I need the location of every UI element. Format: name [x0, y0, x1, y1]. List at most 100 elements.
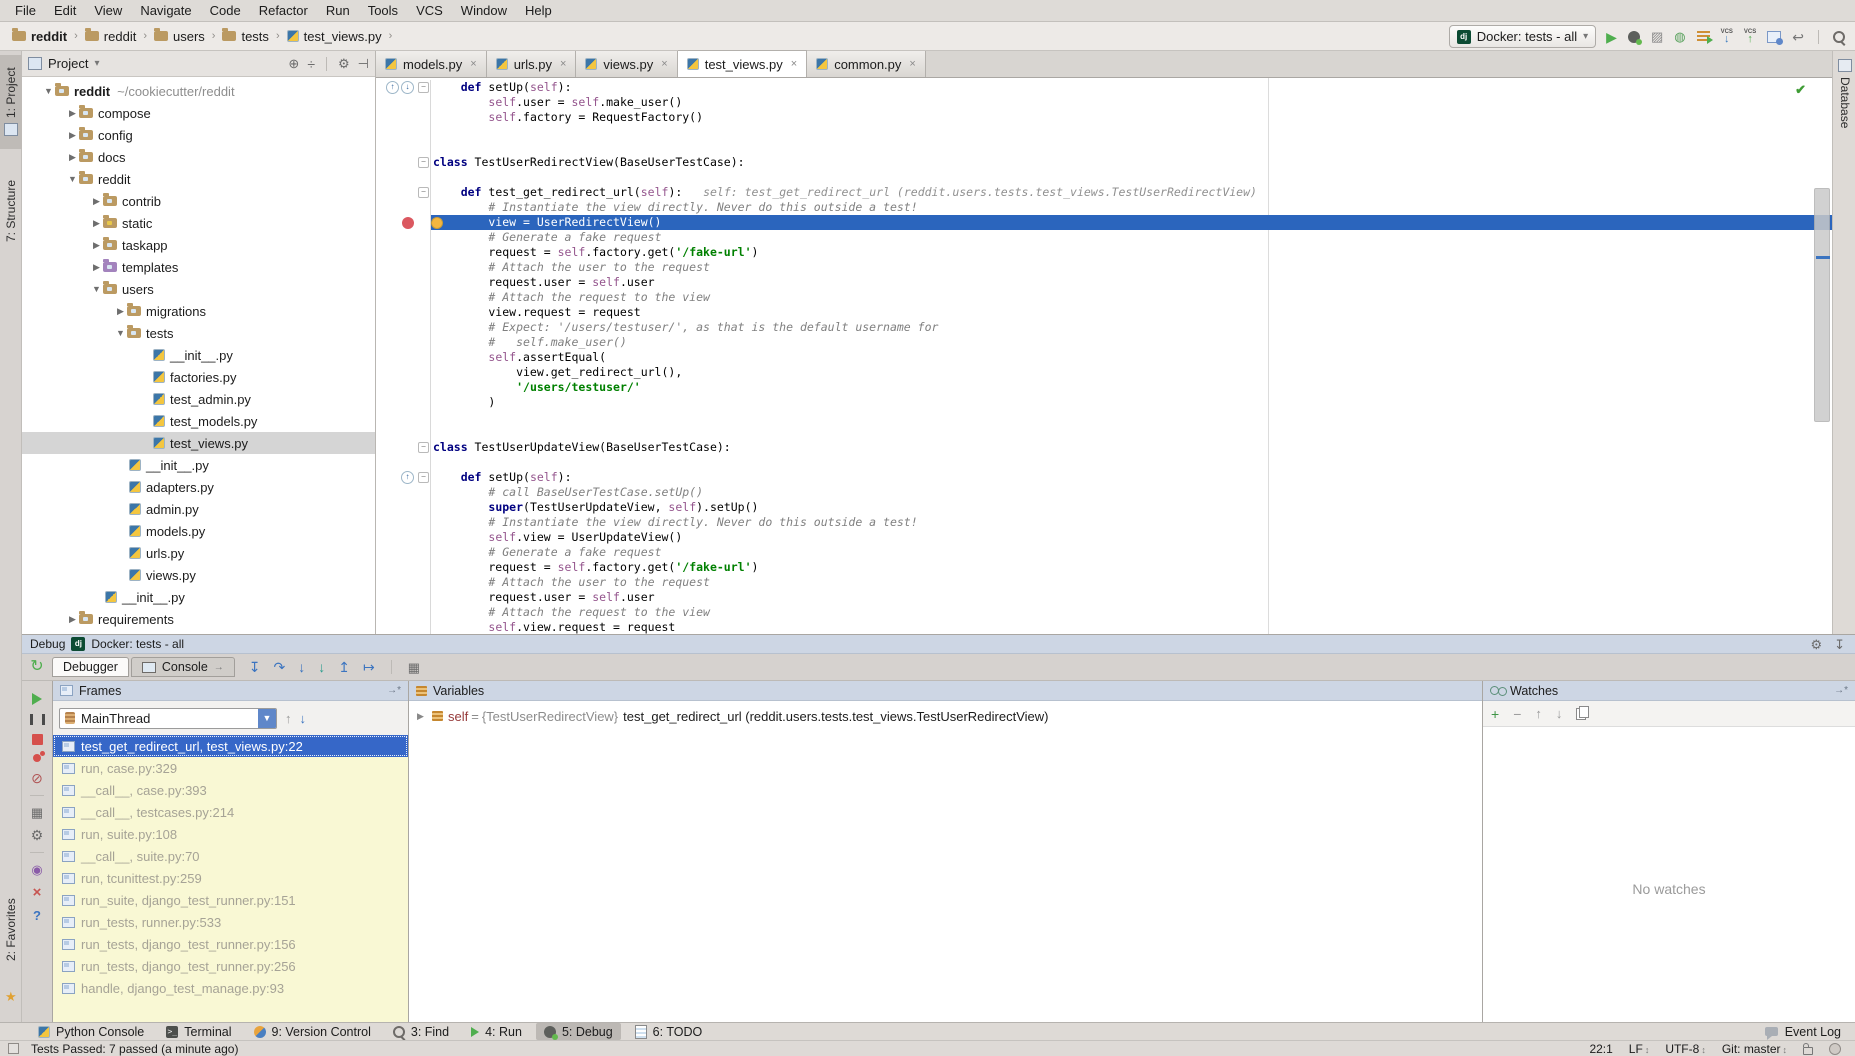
fold-column[interactable]: −	[417, 440, 431, 455]
project-panel-title[interactable]: Project	[48, 56, 88, 71]
collapse-arrow-icon[interactable]: ▼	[42, 86, 55, 96]
stack-frame[interactable]: run, tcunittest.py:259	[53, 867, 408, 889]
hide-panel-button[interactable]: ↧	[1834, 638, 1845, 651]
fold-column[interactable]	[417, 380, 431, 395]
menu-item-navigate[interactable]: Navigate	[131, 0, 200, 21]
code-gutter[interactable]	[376, 95, 417, 110]
search-everywhere-button[interactable]	[1833, 31, 1845, 43]
resume-button[interactable]	[32, 693, 42, 705]
stack-frame[interactable]: run_suite, django_test_runner.py:151	[53, 889, 408, 911]
tab-common.py[interactable]: common.py×	[807, 51, 926, 77]
view-breakpoints-button[interactable]	[33, 754, 41, 762]
sidebar-item-project[interactable]: 1: Project	[0, 55, 22, 149]
menu-item-window[interactable]: Window	[452, 0, 516, 21]
fold-column[interactable]	[417, 95, 431, 110]
profiler-button[interactable]: ◍	[1674, 30, 1685, 43]
fold-icon[interactable]: −	[418, 442, 429, 453]
fold-column[interactable]	[417, 575, 431, 590]
tree-row-taskapp[interactable]: ▶taskapp	[22, 234, 375, 256]
override-up-icon[interactable]: ↑	[401, 471, 414, 484]
tree-row-urls.py[interactable]: urls.py	[22, 542, 375, 564]
code-gutter[interactable]	[376, 185, 417, 200]
hide-panel-button[interactable]: ⊣	[358, 57, 369, 70]
expander-icon[interactable]: ▶	[417, 711, 427, 722]
code-gutter[interactable]	[376, 365, 417, 380]
fold-column[interactable]	[417, 245, 431, 260]
fold-column[interactable]	[417, 425, 431, 440]
step-into-button[interactable]: ↓	[298, 660, 305, 674]
fold-column[interactable]	[417, 560, 431, 575]
line-ending-select[interactable]: LF↕	[1629, 1042, 1650, 1056]
inspection-profile-icon[interactable]	[1829, 1043, 1841, 1055]
debug-button[interactable]	[1628, 31, 1640, 43]
code-gutter[interactable]: ↑	[376, 470, 417, 485]
tree-row-test_views.py[interactable]: test_views.py	[22, 432, 375, 454]
tree-row-models.py[interactable]: models.py	[22, 520, 375, 542]
rollback-button[interactable]: ↩	[1792, 30, 1804, 44]
fold-column[interactable]: −	[417, 80, 431, 95]
code-gutter[interactable]	[376, 335, 417, 350]
menu-item-edit[interactable]: Edit	[45, 0, 85, 21]
expand-arrow-icon[interactable]: ▶	[90, 240, 103, 251]
code-gutter[interactable]	[376, 350, 417, 365]
breadcrumb-item-test_views.py[interactable]: test_views.py	[285, 29, 384, 44]
stack-frame[interactable]: __call__, testcases.py:214	[53, 801, 408, 823]
fold-column[interactable]: −	[417, 185, 431, 200]
event-log-button[interactable]: Event Log	[1765, 1025, 1841, 1039]
lock-icon[interactable]	[1803, 1047, 1813, 1055]
fold-column[interactable]	[417, 215, 431, 230]
code-gutter[interactable]	[376, 125, 417, 140]
run-toolwindow-button[interactable]: 4: Run	[463, 1023, 530, 1040]
code-gutter[interactable]	[376, 170, 417, 185]
pause-button[interactable]	[30, 714, 45, 725]
tree-row-adapters.py[interactable]: adapters.py	[22, 476, 375, 498]
breadcrumb-item-users[interactable]: users	[152, 29, 207, 44]
caret-position[interactable]: 22:1	[1589, 1042, 1612, 1056]
stack-frame[interactable]: __call__, case.py:393	[53, 779, 408, 801]
tree-row-reddit[interactable]: ▼reddit~/cookiecutter/reddit	[22, 80, 375, 102]
fold-column[interactable]	[417, 485, 431, 500]
status-message[interactable]: Tests Passed: 7 passed (a minute ago)	[31, 1042, 238, 1056]
fold-column[interactable]	[417, 335, 431, 350]
tree-row-test_models.py[interactable]: test_models.py	[22, 410, 375, 432]
terminal-button[interactable]: >_Terminal	[158, 1023, 239, 1040]
frame-down-button[interactable]: ↓	[300, 712, 307, 725]
tree-row-requirements[interactable]: ▶requirements	[22, 608, 375, 630]
git-branch-select[interactable]: Git: master↕	[1722, 1042, 1787, 1056]
code-gutter[interactable]	[376, 320, 417, 335]
settings-gear-button[interactable]: ⚙	[338, 57, 350, 70]
tree-row-tests[interactable]: ▼tests	[22, 322, 375, 344]
help-button[interactable]: ?	[33, 909, 41, 922]
code-gutter[interactable]	[376, 575, 417, 590]
tree-row-users[interactable]: ▼users	[22, 278, 375, 300]
fold-column[interactable]	[417, 290, 431, 305]
expand-arrow-icon[interactable]: ▶	[90, 218, 103, 229]
code-gutter[interactable]	[376, 110, 417, 125]
fold-column[interactable]	[417, 515, 431, 530]
menu-item-view[interactable]: View	[85, 0, 131, 21]
sidebar-item-database[interactable]: Database	[1838, 59, 1852, 128]
breadcrumb-item-tests[interactable]: tests	[220, 29, 270, 44]
tab-test_views.py[interactable]: test_views.py×	[678, 50, 807, 77]
code-gutter[interactable]	[376, 245, 417, 260]
code-gutter[interactable]	[376, 425, 417, 440]
stack-frame[interactable]: run_tests, django_test_runner.py:156	[53, 933, 408, 955]
code-gutter[interactable]	[376, 485, 417, 500]
fold-icon[interactable]: −	[418, 82, 429, 93]
fold-column[interactable]	[417, 125, 431, 140]
code-gutter[interactable]	[376, 620, 417, 634]
tab-console[interactable]: Console →	[131, 657, 235, 677]
code-gutter[interactable]	[376, 440, 417, 455]
editor-scrollbar[interactable]	[1814, 188, 1830, 422]
code-gutter[interactable]	[376, 380, 417, 395]
fold-column[interactable]	[417, 305, 431, 320]
step-over-button[interactable]: ↷	[274, 660, 286, 674]
stack-frame[interactable]: run, suite.py:108	[53, 823, 408, 845]
fold-column[interactable]	[417, 545, 431, 560]
code-gutter[interactable]	[376, 515, 417, 530]
run-button[interactable]: ▶	[1606, 30, 1617, 44]
code-gutter[interactable]	[376, 260, 417, 275]
code-gutter[interactable]	[376, 200, 417, 215]
settings-gear-button[interactable]: ⚙	[31, 828, 44, 842]
close-icon[interactable]: ×	[470, 58, 476, 70]
